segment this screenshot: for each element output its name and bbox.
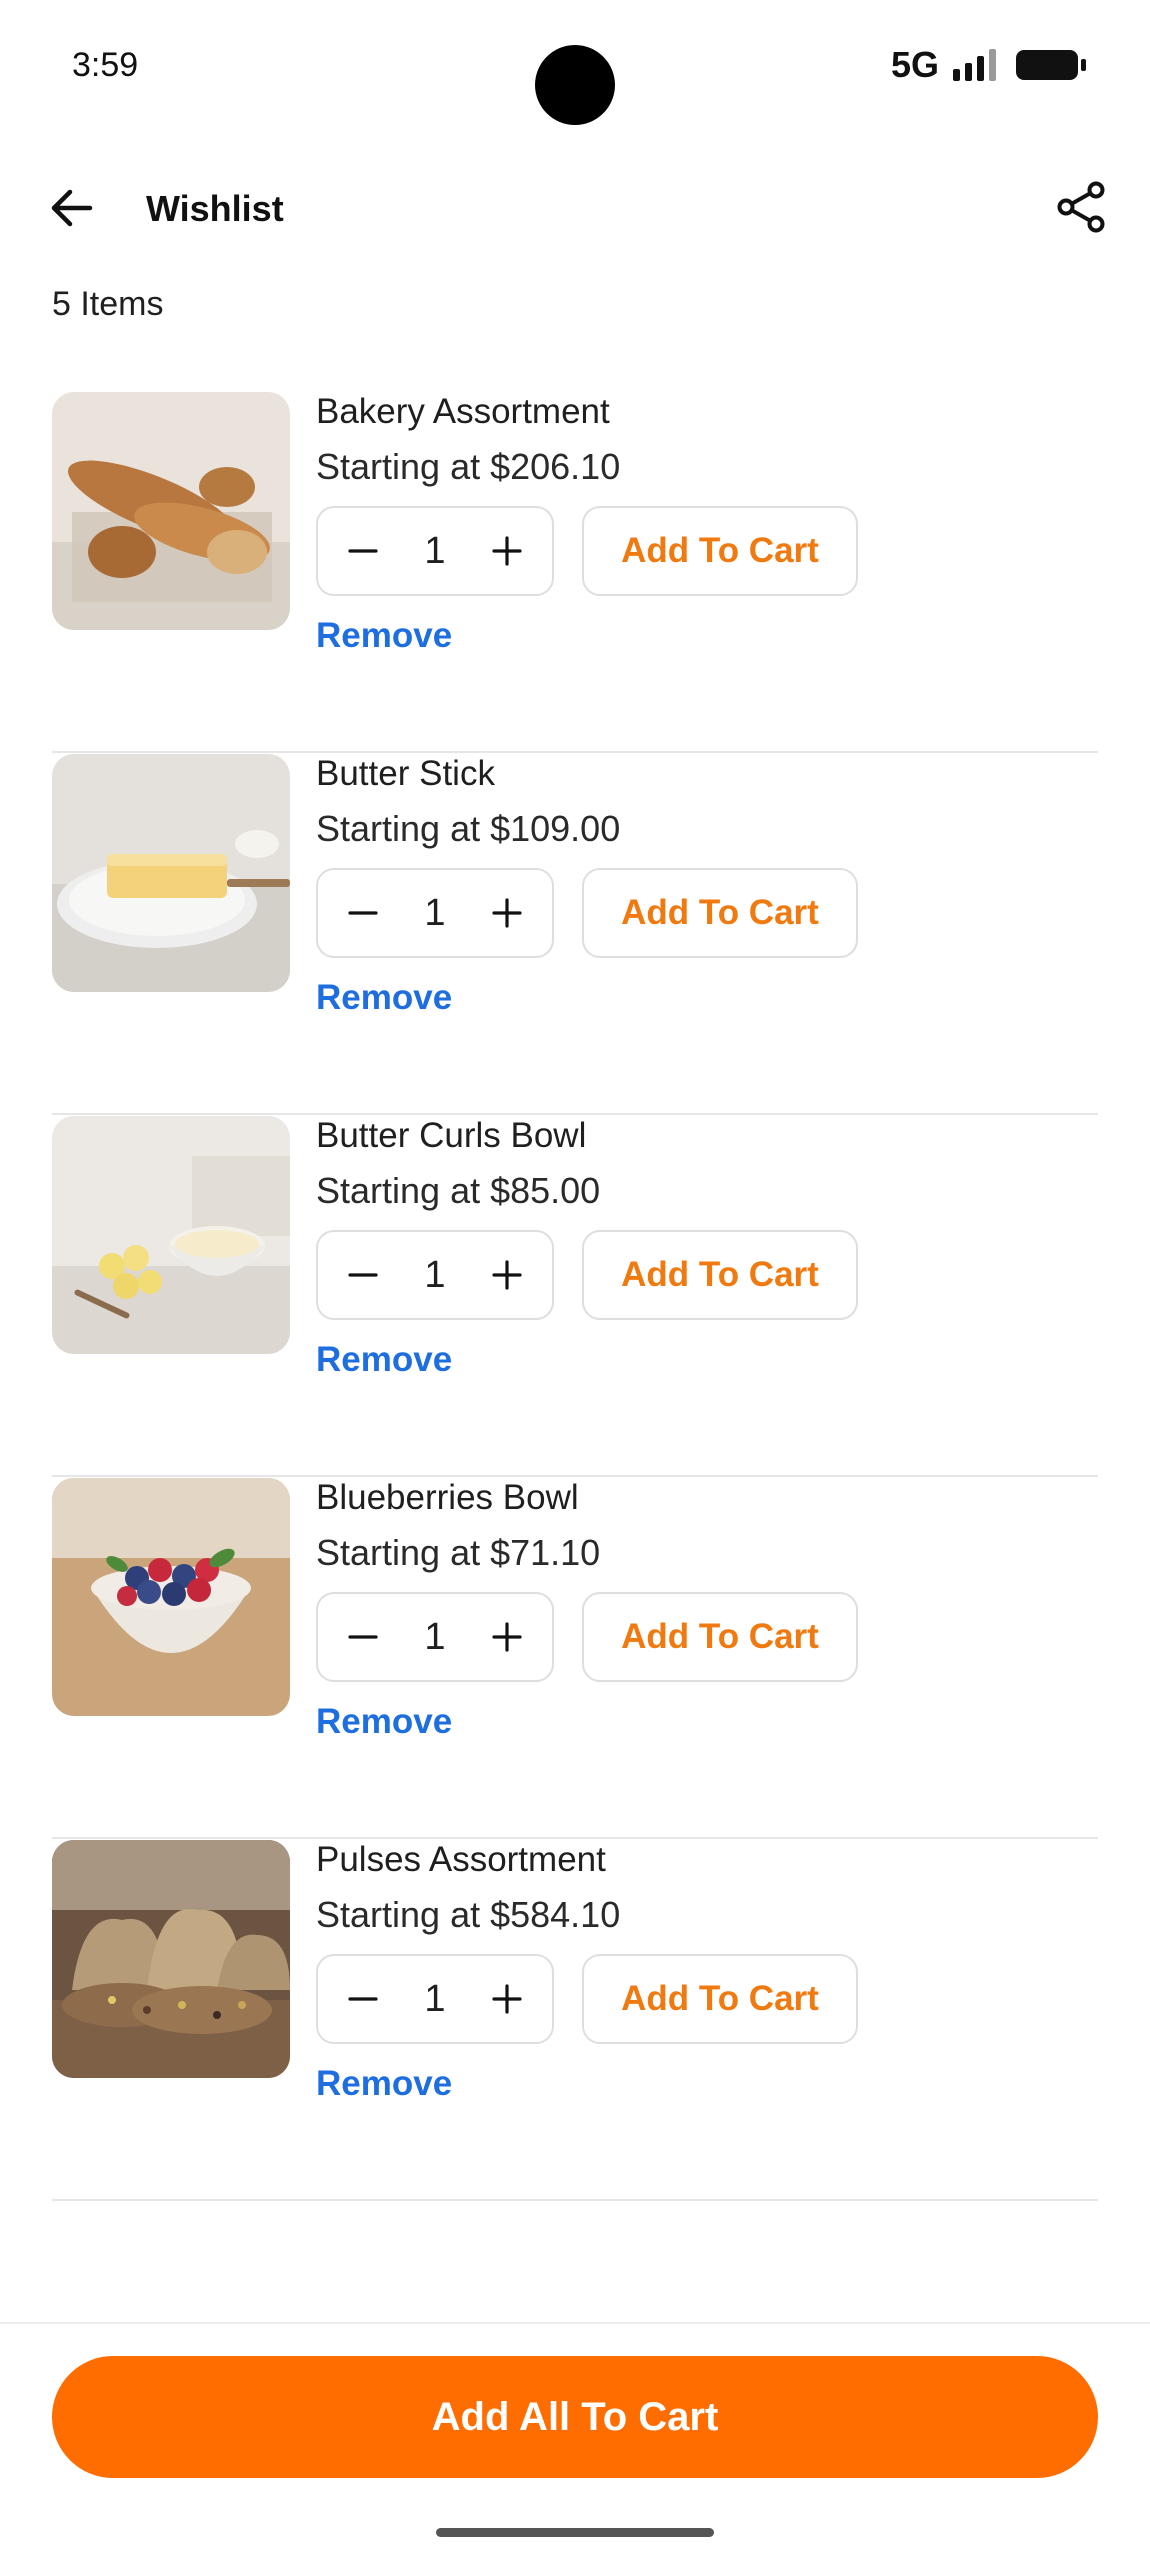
share-button[interactable] [1052,178,1110,236]
quantity-stepper: 1 [316,1230,554,1320]
increase-quantity-button[interactable] [472,1232,542,1318]
arrow-left-icon [51,189,93,227]
add-to-cart-button[interactable]: Add To Cart [582,506,858,596]
quantity-value: 1 [424,1978,446,2020]
wishlist-list: Bakery Assortment Starting at $206.10 1 … [52,392,1098,2201]
product-name: Blueberries Bowl [316,1478,579,1517]
product-price: Starting at $109.00 [316,808,621,849]
minus-icon [348,1997,378,2001]
product-price: Starting at $206.10 [316,446,621,487]
plus-icon [492,536,522,566]
product-name: Pulses Assortment [316,1840,606,1879]
front-camera [535,45,615,125]
add-to-cart-button[interactable]: Add To Cart [582,1230,858,1320]
network-label: 5G [890,44,939,85]
add-to-cart-button[interactable]: Add To Cart [582,868,858,958]
page-title: Wishlist [146,188,284,229]
wishlist-item: Blueberries Bowl Starting at $71.10 1 Ad… [52,1478,1098,1839]
wishlist-item: Butter Stick Starting at $109.00 1 Add T… [52,754,1098,1115]
battery-icon [1016,50,1086,80]
share-icon [1057,181,1105,233]
increase-quantity-button[interactable] [472,1956,542,2042]
wishlist-item: Butter Curls Bowl Starting at $85.00 1 A… [52,1116,1098,1477]
minus-icon [348,1635,378,1639]
app-header: Wishlist [0,168,1150,248]
items-count: 5 Items [52,285,164,323]
add-to-cart-button[interactable]: Add To Cart [582,1592,858,1682]
wishlist-item: Bakery Assortment Starting at $206.10 1 … [52,392,1098,753]
minus-icon [348,1273,378,1277]
increase-quantity-button[interactable] [472,1594,542,1680]
product-price: Starting at $85.00 [316,1170,601,1211]
minus-icon [348,911,378,915]
increase-quantity-button[interactable] [472,870,542,956]
quantity-value: 1 [424,892,446,934]
wishlist-item: Pulses Assortment Starting at $584.10 1 … [52,1840,1098,2201]
remove-link[interactable]: Remove [316,1340,452,1380]
remove-link[interactable]: Remove [316,978,452,1018]
quantity-stepper: 1 [316,868,554,958]
bottom-action-bar: Add All To Cart [0,2322,1150,2562]
product-price: Starting at $584.10 [316,1894,621,1935]
add-all-to-cart-button[interactable]: Add All To Cart [52,2356,1098,2478]
remove-link[interactable]: Remove [316,616,452,656]
product-name: Butter Curls Bowl [316,1116,587,1155]
back-button[interactable] [46,182,98,234]
status-icons: 5G [890,44,1086,86]
status-time: 3:59 [72,46,139,84]
product-image-butter-curls[interactable] [52,1116,290,1354]
product-price: Starting at $71.10 [316,1532,601,1573]
plus-icon [492,1260,522,1290]
quantity-value: 1 [424,1616,446,1658]
plus-icon [492,898,522,928]
increase-quantity-button[interactable] [472,508,542,594]
add-to-cart-button[interactable]: Add To Cart [582,1954,858,2044]
quantity-stepper: 1 [316,506,554,596]
product-image-blueberries[interactable] [52,1478,290,1716]
plus-icon [492,1622,522,1652]
quantity-value: 1 [424,530,446,572]
minus-icon [348,549,378,553]
status-bar: 3:59 5G [0,0,1150,140]
quantity-stepper: 1 [316,1954,554,2044]
signal-icon [953,49,996,81]
quantity-stepper: 1 [316,1592,554,1682]
remove-link[interactable]: Remove [316,1702,452,1742]
home-indicator[interactable] [436,2528,714,2537]
product-image-pulses[interactable] [52,1840,290,2078]
remove-link[interactable]: Remove [316,2064,452,2104]
quantity-value: 1 [424,1254,446,1296]
plus-icon [492,1984,522,2014]
product-image-bakery[interactable] [52,392,290,630]
product-name: Butter Stick [316,754,495,793]
product-name: Bakery Assortment [316,392,610,431]
product-image-butter-stick[interactable] [52,754,290,992]
